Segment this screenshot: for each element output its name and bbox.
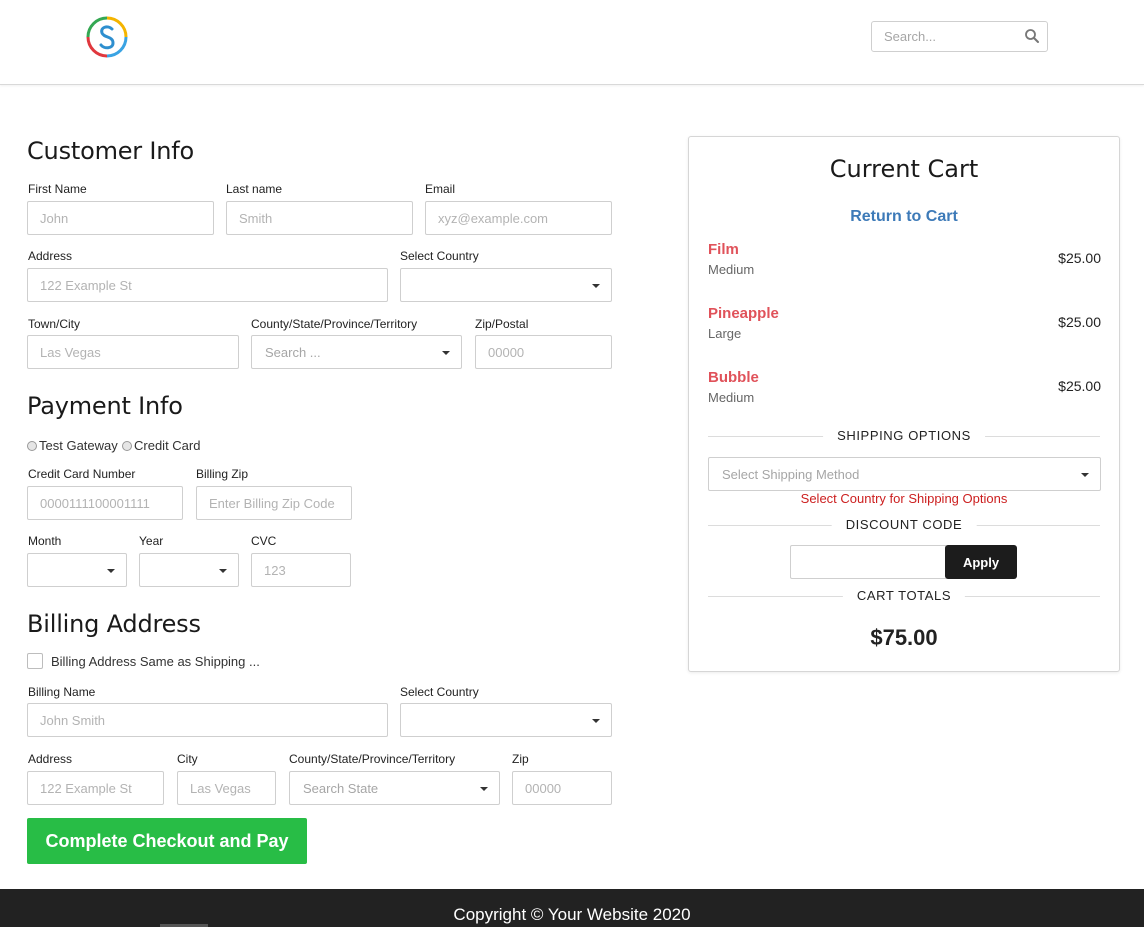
test-gateway-label: Test Gateway bbox=[39, 438, 118, 453]
shipping-options-heading: SHIPPING OPTIONS bbox=[823, 428, 985, 443]
billing-street-label: Address bbox=[28, 752, 73, 766]
radio-button[interactable] bbox=[122, 440, 132, 451]
address-input[interactable] bbox=[27, 268, 388, 302]
billing-state-select[interactable]: Search State bbox=[289, 771, 500, 805]
billing-zip-input[interactable] bbox=[196, 486, 352, 520]
state-label: County/State/Province/Territory bbox=[251, 317, 418, 331]
same-as-shipping-checkbox[interactable] bbox=[27, 653, 43, 669]
radio-button[interactable] bbox=[27, 440, 37, 451]
discount-code-heading: DISCOUNT CODE bbox=[831, 517, 977, 532]
cart-item-variant: Medium bbox=[708, 390, 755, 405]
country-label: Select Country bbox=[400, 249, 479, 263]
state-select-placeholder: Search ... bbox=[265, 345, 321, 360]
cart-title: Current Cart bbox=[829, 155, 979, 183]
billing-state-select-placeholder: Search State bbox=[303, 781, 379, 796]
cart-item-price: $25.00 bbox=[1058, 378, 1101, 394]
first-name-input[interactable] bbox=[27, 201, 214, 235]
search-icon[interactable] bbox=[1024, 28, 1040, 44]
cart-item-name[interactable]: Pineapple bbox=[708, 305, 779, 322]
billing-state-label: County/State/Province/Territory bbox=[289, 752, 456, 766]
cart-totals-heading: CART TOTALS bbox=[842, 588, 966, 603]
copyright-text: Copyright © Your Website 2020 bbox=[453, 905, 691, 924]
first-name-label: First Name bbox=[28, 182, 87, 196]
payment-info-heading: Payment Info bbox=[27, 392, 183, 420]
cvc-input[interactable] bbox=[251, 553, 351, 587]
return-to-cart-link[interactable]: Return to Cart bbox=[689, 208, 1119, 226]
billing-zip-code-label: Zip bbox=[512, 752, 529, 766]
state-select[interactable]: Search ... bbox=[251, 335, 462, 369]
search-box bbox=[871, 21, 1048, 52]
customer-info-heading: Customer Info bbox=[27, 137, 195, 165]
chevron-down-icon bbox=[1081, 473, 1089, 477]
billing-name-input[interactable] bbox=[27, 703, 388, 737]
cart-item-variant: Medium bbox=[708, 262, 755, 277]
year-label: Year bbox=[139, 534, 164, 548]
billing-city-input[interactable] bbox=[177, 771, 276, 805]
same-as-shipping-label: Billing Address Same as Shipping ... bbox=[51, 653, 260, 669]
site-footer: Copyright © Your Website 2020 bbox=[0, 889, 1144, 927]
card-number-label: Credit Card Number bbox=[28, 467, 136, 481]
billing-zip-code-input[interactable] bbox=[512, 771, 612, 805]
cart-item: Film Medium $25.00 bbox=[708, 241, 1101, 281]
apply-discount-button[interactable]: Apply bbox=[945, 545, 1017, 579]
discount-code-input[interactable] bbox=[790, 545, 946, 579]
cart-item-price: $25.00 bbox=[1058, 250, 1101, 266]
cart-item-variant: Large bbox=[708, 326, 742, 341]
chevron-down-icon bbox=[107, 569, 115, 573]
year-select[interactable] bbox=[139, 553, 239, 587]
chevron-down-icon bbox=[219, 569, 227, 573]
last-name-input[interactable] bbox=[226, 201, 413, 235]
billing-name-label: Billing Name bbox=[28, 685, 96, 699]
cart-item: Bubble Medium $25.00 bbox=[708, 369, 1101, 409]
billing-country-label: Select Country bbox=[400, 685, 479, 699]
cart-item-price: $25.00 bbox=[1058, 314, 1101, 330]
cart-item: Pineapple Large $25.00 bbox=[708, 305, 1101, 345]
city-label: Town/City bbox=[28, 317, 81, 331]
zip-input[interactable] bbox=[475, 335, 612, 369]
country-select[interactable] bbox=[400, 268, 612, 302]
billing-street-input[interactable] bbox=[27, 771, 164, 805]
shipping-method-select[interactable]: Select Shipping Method bbox=[708, 457, 1101, 491]
chevron-down-icon bbox=[442, 351, 450, 355]
month-select[interactable] bbox=[27, 553, 127, 587]
discount-code-divider: DISCOUNT CODE bbox=[708, 517, 1100, 533]
billing-address-heading: Billing Address bbox=[27, 610, 201, 638]
card-number-input[interactable] bbox=[27, 486, 183, 520]
chevron-down-icon bbox=[480, 787, 488, 791]
billing-city-label: City bbox=[177, 752, 198, 766]
cart-item-name[interactable]: Film bbox=[708, 241, 739, 258]
credit-card-radio[interactable]: Credit Card bbox=[122, 438, 200, 453]
site-logo[interactable] bbox=[86, 16, 128, 58]
cart-item-name[interactable]: Bubble bbox=[708, 369, 759, 386]
search-input[interactable] bbox=[872, 22, 1020, 51]
billing-country-select[interactable] bbox=[400, 703, 612, 737]
month-label: Month bbox=[28, 534, 62, 548]
address-label: Address bbox=[28, 249, 73, 263]
chevron-down-icon bbox=[592, 719, 600, 723]
chevron-down-icon bbox=[592, 284, 600, 288]
shipping-method-placeholder: Select Shipping Method bbox=[722, 467, 860, 482]
same-as-shipping-checkbox-row[interactable]: Billing Address Same as Shipping ... bbox=[27, 653, 260, 669]
email-input[interactable] bbox=[425, 201, 612, 235]
complete-checkout-button[interactable]: Complete Checkout and Pay bbox=[27, 818, 307, 864]
shipping-warning: Select Country for Shipping Options bbox=[800, 491, 1008, 506]
shipping-options-divider: SHIPPING OPTIONS bbox=[708, 428, 1100, 444]
current-cart-panel: Current Cart Return to Cart Film Medium … bbox=[688, 136, 1120, 672]
cvc-label: CVC bbox=[251, 534, 277, 548]
zip-label: Zip/Postal bbox=[475, 317, 529, 331]
last-name-label: Last name bbox=[226, 182, 283, 196]
cart-total: $75.00 bbox=[870, 625, 938, 650]
billing-zip-label: Billing Zip bbox=[196, 467, 249, 481]
city-input[interactable] bbox=[27, 335, 239, 369]
test-gateway-radio[interactable]: Test Gateway bbox=[27, 438, 118, 453]
credit-card-label: Credit Card bbox=[134, 438, 201, 453]
cart-totals-divider: CART TOTALS bbox=[708, 588, 1100, 604]
email-label: Email bbox=[425, 182, 456, 196]
site-header bbox=[0, 0, 1144, 85]
